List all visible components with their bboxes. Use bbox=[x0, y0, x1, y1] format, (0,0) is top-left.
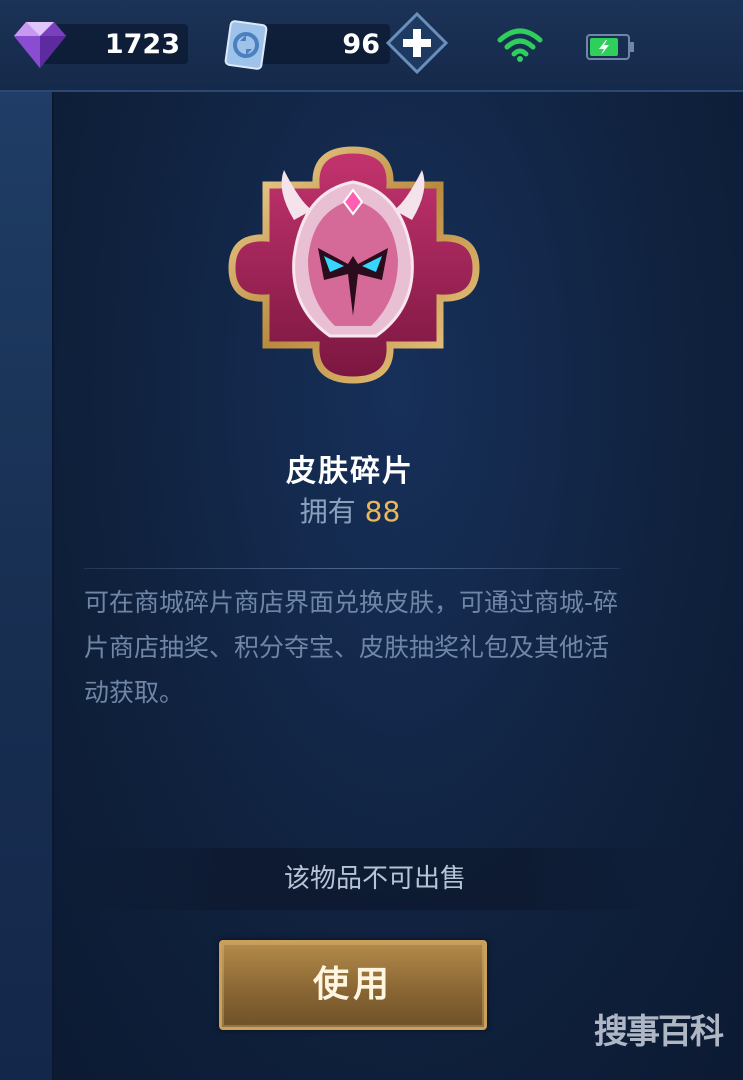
battery-icon bbox=[586, 33, 636, 65]
owned-count-row: 拥有 88 bbox=[200, 490, 500, 530]
use-button-label: 使用 bbox=[312, 964, 393, 1005]
skin-fragment-icon bbox=[226, 140, 480, 394]
side-panel-edge bbox=[0, 92, 54, 1080]
coupon-icon bbox=[222, 20, 270, 74]
watermark-logo: 搜事百科 bbox=[594, 1012, 724, 1052]
add-currency-button[interactable] bbox=[385, 11, 449, 78]
owned-label: 拥有 bbox=[299, 495, 356, 528]
diamond-icon bbox=[12, 18, 68, 74]
use-button[interactable]: 使用 bbox=[219, 940, 487, 1030]
item-description: 可在商城碎片商店界面兑换皮肤，可通过商城-碎片商店抽奖、积分夺宝、皮肤抽奖礼包及… bbox=[84, 588, 619, 707]
sell-notice-bar: 该物品不可出售 bbox=[70, 848, 680, 910]
gem-count: 1723 bbox=[104, 29, 180, 60]
coupon-count: 96 bbox=[342, 29, 380, 60]
item-name: 皮肤碎片 bbox=[286, 454, 414, 489]
currency-bar: 1723 96 bbox=[0, 0, 743, 92]
owned-count: 88 bbox=[364, 495, 401, 528]
sell-notice-text: 该物品不可出售 bbox=[283, 864, 466, 894]
divider bbox=[84, 568, 620, 569]
item-detail-screen: 1723 96 皮肤碎片 拥有 88 可在商城碎片商店界面兑换皮肤，可通过商城-… bbox=[0, 0, 743, 1080]
wifi-icon bbox=[496, 28, 544, 66]
